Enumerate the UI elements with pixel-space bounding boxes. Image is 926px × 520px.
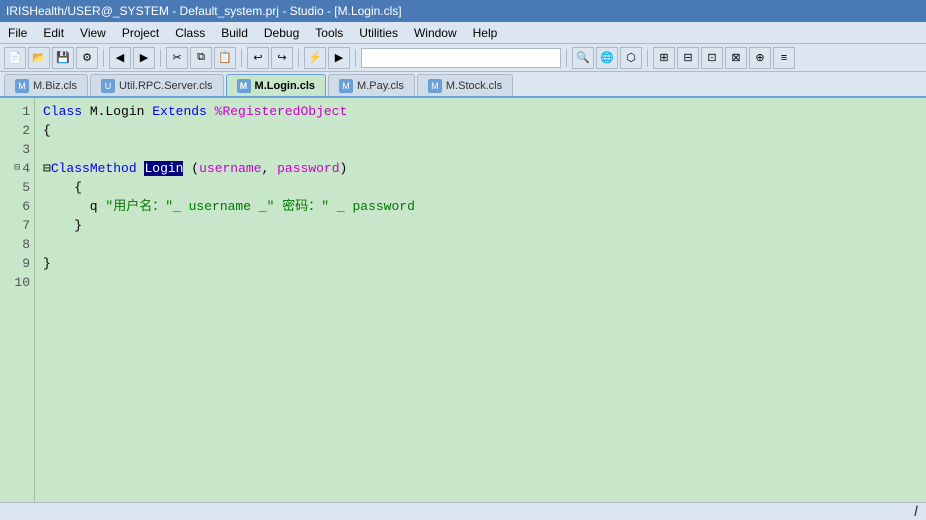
- toolbar-redo[interactable]: ↪: [271, 47, 293, 69]
- toolbar-compile[interactable]: ⚡: [304, 47, 326, 69]
- menu-bar: File Edit View Project Class Build Debug…: [0, 22, 926, 44]
- expand-icon-4: ⊟: [14, 159, 20, 178]
- menu-debug[interactable]: Debug: [256, 23, 307, 43]
- kw-extends: Extends: [152, 104, 207, 119]
- separator5: [355, 49, 356, 67]
- toolbar-back[interactable]: ◀: [109, 47, 131, 69]
- menu-project[interactable]: Project: [114, 23, 167, 43]
- toolbar-paste[interactable]: 📋: [214, 47, 236, 69]
- toolbar-btn11[interactable]: ≡: [773, 47, 795, 69]
- toolbar-open[interactable]: 📂: [28, 47, 50, 69]
- tab-icon-utilrpc: U: [101, 79, 115, 93]
- title-bar: IRISHealth/USER@_SYSTEM - Default_system…: [0, 0, 926, 22]
- line-num-5: 5: [4, 178, 30, 197]
- toolbar-globe[interactable]: 🌐: [596, 47, 618, 69]
- line-num-1: 1: [4, 102, 30, 121]
- toolbar-undo[interactable]: ↩: [247, 47, 269, 69]
- toolbar: 📄 📂 💾 ⚙ ◀ ▶ ✂ ⧉ 📋 ↩ ↪ ⚡ ▶ 🔍 🌐 ⬡ ⊞ ⊟ ⊡ ⊠ …: [0, 44, 926, 72]
- tab-mbiz[interactable]: M M.Biz.cls: [4, 74, 88, 96]
- toolbar-copy[interactable]: ⧉: [190, 47, 212, 69]
- tab-mstock[interactable]: M M.Stock.cls: [417, 74, 513, 96]
- tab-utilrpc[interactable]: U Util.RPC.Server.cls: [90, 74, 224, 96]
- menu-help[interactable]: Help: [465, 23, 506, 43]
- line-num-6: 6: [4, 197, 30, 216]
- toolbar-cut[interactable]: ✂: [166, 47, 188, 69]
- tab-label-mbiz: M.Biz.cls: [33, 80, 77, 92]
- menu-tools[interactable]: Tools: [307, 23, 351, 43]
- tab-label-utilrpc: Util.RPC.Server.cls: [119, 80, 213, 92]
- separator7: [647, 49, 648, 67]
- status-bar: 𝐼: [0, 502, 926, 520]
- kw-registered: %RegisteredObject: [215, 104, 348, 119]
- str-pwd-label: 密码：" _ password: [282, 199, 415, 214]
- line-numbers: 1 2 3 ⊟4 5 6 7 8 9 10: [0, 98, 35, 502]
- expand-marker: ⊟: [43, 161, 51, 176]
- kw-classmethod: ClassMethod: [51, 161, 137, 176]
- menu-class[interactable]: Class: [167, 23, 213, 43]
- toolbar-new[interactable]: 📄: [4, 47, 26, 69]
- title-text: IRISHealth/USER@_SYSTEM - Default_system…: [6, 4, 402, 18]
- toolbar-fwd[interactable]: ▶: [133, 47, 155, 69]
- menu-utilities[interactable]: Utilities: [351, 23, 406, 43]
- menu-view[interactable]: View: [72, 23, 114, 43]
- tab-icon-mstock: M: [428, 79, 442, 93]
- param-username: username: [199, 161, 261, 176]
- code-area[interactable]: Class M.Login Extends %RegisteredObject …: [35, 98, 926, 502]
- line-num-10: 10: [4, 273, 30, 292]
- toolbar-btn9[interactable]: ⊠: [725, 47, 747, 69]
- toolbar-btn5[interactable]: ⬡: [620, 47, 642, 69]
- line-num-9: 9: [4, 254, 30, 273]
- toolbar-btn8[interactable]: ⊡: [701, 47, 723, 69]
- toolbar-btn4[interactable]: ⚙: [76, 47, 98, 69]
- line-num-7: 7: [4, 216, 30, 235]
- tab-label-mpay: M.Pay.cls: [357, 80, 404, 92]
- line-num-8: 8: [4, 235, 30, 254]
- menu-edit[interactable]: Edit: [35, 23, 72, 43]
- toolbar-btn7[interactable]: ⊟: [677, 47, 699, 69]
- cursor-icon: 𝐼: [914, 503, 918, 520]
- tab-bar: M M.Biz.cls U Util.RPC.Server.cls M M.Lo…: [0, 72, 926, 98]
- str-q: "用户名："_ username _": [105, 199, 274, 214]
- tab-mlogin[interactable]: M M.Login.cls: [226, 74, 327, 96]
- menu-window[interactable]: Window: [406, 23, 465, 43]
- line-num-3: 3: [4, 140, 30, 159]
- tab-mpay[interactable]: M M.Pay.cls: [328, 74, 415, 96]
- method-login: Login: [144, 161, 183, 176]
- tab-label-mstock: M.Stock.cls: [446, 80, 502, 92]
- toolbar-btn6[interactable]: ⊞: [653, 47, 675, 69]
- separator1: [103, 49, 104, 67]
- toolbar-save[interactable]: 💾: [52, 47, 74, 69]
- separator2: [160, 49, 161, 67]
- line-num-4: ⊟4: [4, 159, 30, 178]
- toolbar-run[interactable]: ▶: [328, 47, 350, 69]
- tab-label-mlogin: M.Login.cls: [255, 80, 316, 92]
- menu-file[interactable]: File: [0, 23, 35, 43]
- tab-icon-mpay: M: [339, 79, 353, 93]
- editor: 1 2 3 ⊟4 5 6 7 8 9 10 Class M.Login Exte…: [0, 98, 926, 502]
- line-num-2: 2: [4, 121, 30, 140]
- separator6: [566, 49, 567, 67]
- toolbar-btn10[interactable]: ⊕: [749, 47, 771, 69]
- param-password: password: [277, 161, 339, 176]
- tab-icon-mlogin: M: [237, 79, 251, 93]
- menu-build[interactable]: Build: [213, 23, 256, 43]
- separator4: [298, 49, 299, 67]
- tab-icon-mbiz: M: [15, 79, 29, 93]
- search-input[interactable]: [361, 48, 561, 68]
- separator3: [241, 49, 242, 67]
- toolbar-search[interactable]: 🔍: [572, 47, 594, 69]
- kw-class: Class: [43, 104, 82, 119]
